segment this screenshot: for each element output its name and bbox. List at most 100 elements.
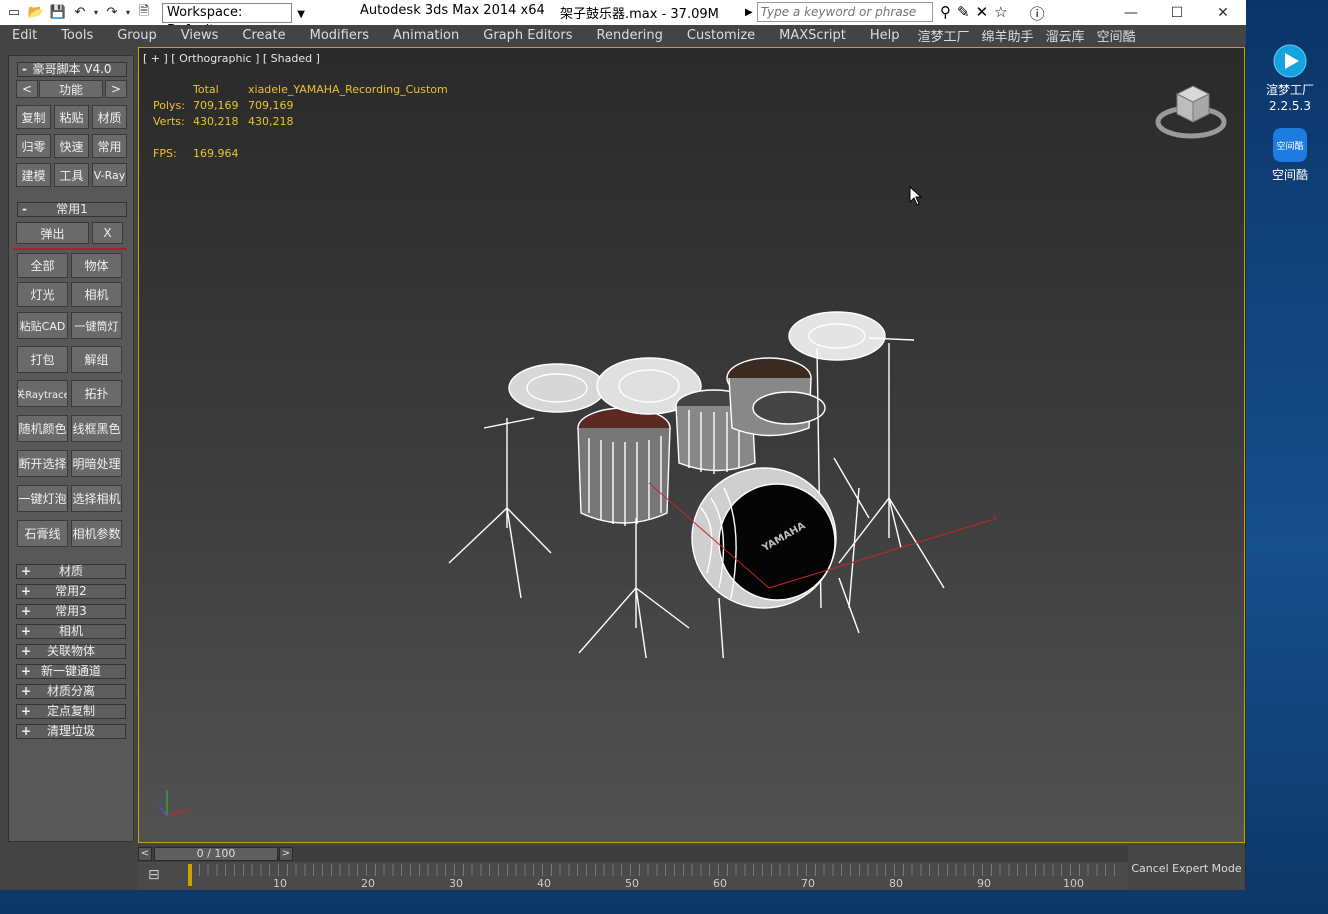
paste-cad-button[interactable]: 粘贴CAD [17, 312, 68, 339]
rollout-point-copy[interactable]: + 定点复制 [16, 704, 126, 719]
break-selection-button[interactable]: 断开选择 [17, 450, 68, 477]
project-folder-icon[interactable]: 🗎 [134, 4, 154, 22]
close-button[interactable]: ✕ [1200, 0, 1246, 25]
random-color-button[interactable]: 随机颜色 [17, 415, 68, 442]
light-button[interactable]: 灯光 [17, 282, 68, 307]
save-icon[interactable]: 💾 [48, 4, 68, 22]
camera-button[interactable]: 相机 [71, 282, 122, 307]
tools-icon[interactable]: ✎ [957, 3, 970, 24]
menu-sheep-helper[interactable]: 绵羊助手 [976, 26, 1040, 45]
reset-button[interactable]: 归零 [16, 134, 51, 158]
star-icon[interactable]: ☆ [994, 3, 1007, 24]
camera-params-button[interactable]: 相机参数 [71, 520, 122, 547]
nav-prev-button[interactable]: < [16, 80, 38, 98]
workspace-select[interactable]: Workspace: Default▼ [162, 2, 305, 38]
current-frame-marker[interactable] [188, 864, 192, 886]
help-icon[interactable]: ⓘ [1030, 3, 1045, 24]
close-x-button[interactable]: X [92, 222, 123, 244]
tools-button[interactable]: 工具 [54, 163, 89, 187]
desktop-icon-render-factory[interactable]: 渲梦工厂 2.2.5.3 [1258, 44, 1322, 114]
drum-kit-model[interactable]: YAMAHA x [439, 298, 1019, 658]
one-click-downlight-button[interactable]: 一键筒灯 [71, 312, 122, 339]
mouse-cursor-icon [909, 186, 923, 206]
menu-modifiers[interactable]: Modifiers [298, 28, 381, 43]
shading-button[interactable]: 明暗处理 [71, 450, 122, 477]
vray-button[interactable]: V-Ray [92, 163, 127, 187]
menu-tools[interactable]: Tools [49, 28, 105, 43]
rollout-material[interactable]: + 材质 [16, 564, 126, 579]
object-button[interactable]: 物体 [71, 253, 122, 278]
undo-dropdown-icon[interactable]: ▾ [92, 4, 100, 22]
stats-total-header: Total [193, 83, 219, 96]
viewport-label[interactable]: [ + ] [ Orthographic ] [ Shaded ] [143, 52, 320, 65]
rollout-camera[interactable]: + 相机 [16, 624, 126, 639]
raytrace-off-button[interactable]: 关Raytrace [17, 380, 68, 407]
rollout-clean-trash[interactable]: + 清理垃圾 [16, 724, 126, 739]
menu-views[interactable]: Views [169, 28, 231, 43]
one-click-bulb-button[interactable]: 一键灯泡 [17, 485, 68, 512]
open-folder-icon[interactable]: 📂 [26, 4, 46, 22]
plaster-line-button[interactable]: 石膏线 [17, 520, 68, 547]
pack-button[interactable]: 打包 [17, 346, 68, 373]
tick-10: 10 [273, 877, 287, 890]
menu-maxscript[interactable]: MAXScript [767, 28, 858, 43]
menu-create[interactable]: Create [230, 28, 297, 43]
desktop-icon-space-cool[interactable]: 空间酷 空间酷 [1258, 128, 1322, 183]
rollout-common3[interactable]: + 常用3 [16, 604, 126, 619]
copy-button[interactable]: 复制 [16, 105, 51, 129]
rollout-material-separate[interactable]: + 材质分离 [16, 684, 126, 699]
viewcube-icon[interactable] [1151, 78, 1231, 144]
rollout-linked-objects[interactable]: + 关联物体 [16, 644, 126, 659]
menu-group[interactable]: Group [105, 28, 169, 43]
common-button[interactable]: 常用 [92, 134, 127, 158]
wireframe-black-button[interactable]: 线框黑色 [71, 415, 122, 442]
select-camera-button[interactable]: 选择相机 [71, 485, 122, 512]
menu-space-cool[interactable]: 空间酷 [1091, 26, 1142, 45]
key-filter-icon[interactable]: ⊟ [148, 867, 168, 885]
tick-100: 100 [1063, 877, 1084, 890]
time-prev-button[interactable]: < [138, 847, 152, 861]
material-button[interactable]: 材质 [92, 105, 127, 129]
popout-button[interactable]: 弹出 [16, 222, 89, 244]
menu-graph-editors[interactable]: Graph Editors [471, 28, 584, 43]
rollout-common1[interactable]: - 常用1 [17, 202, 127, 217]
menu-rendering[interactable]: Rendering [585, 28, 675, 43]
menu-edit[interactable]: Edit [0, 28, 49, 43]
tick-30: 30 [449, 877, 463, 890]
redo-icon[interactable]: ↷ [102, 4, 122, 22]
select-all-button[interactable]: 全部 [17, 253, 68, 278]
desktop-icon-label: 渲梦工厂 2.2.5.3 [1265, 83, 1314, 113]
rollout-new-channel[interactable]: + 新一键通道 [16, 664, 126, 679]
time-next-button[interactable]: > [279, 847, 293, 861]
menu-render-factory[interactable]: 渲梦工厂 [912, 26, 976, 45]
ungroup-button[interactable]: 解组 [71, 346, 122, 373]
track-bar[interactable]: ⊟ 10 20 30 40 50 60 70 80 90 100 [138, 862, 1128, 890]
play-arrow-icon[interactable]: ▶ [745, 7, 753, 18]
script-panel-title[interactable]: - 豪哥脚本 V4.0 [17, 62, 127, 77]
undo-icon[interactable]: ↶ [70, 4, 90, 22]
desktop-icon-label: 空间酷 [1271, 168, 1308, 182]
menu-cloud-library[interactable]: 溜云库 [1040, 26, 1091, 45]
binoculars-icon[interactable]: ⚲ [940, 3, 951, 24]
time-slider-thumb[interactable]: 0 / 100 [154, 847, 278, 861]
new-file-icon[interactable]: ▭ [4, 4, 24, 22]
nav-next-button[interactable]: > [105, 80, 127, 98]
time-slider[interactable]: < 0 / 100 > [138, 846, 1245, 862]
menu-help[interactable]: Help [858, 28, 912, 43]
orthographic-viewport[interactable]: [ + ] [ Orthographic ] [ Shaded ] Total x… [138, 47, 1245, 843]
exchange-icon[interactable]: ✕ [976, 3, 989, 24]
quick-button[interactable]: 快速 [54, 134, 89, 158]
maximize-button[interactable]: ☐ [1154, 0, 1200, 25]
paste-button[interactable]: 粘贴 [54, 105, 89, 129]
topology-button[interactable]: 拓扑 [71, 380, 122, 407]
cancel-expert-mode-button[interactable]: Cancel Expert Mode [1128, 846, 1245, 890]
minimize-button[interactable]: — [1108, 0, 1154, 25]
search-area: ▶ [745, 2, 933, 22]
modeling-button[interactable]: 建模 [16, 163, 51, 187]
rollout-common2[interactable]: + 常用2 [16, 584, 126, 599]
search-input[interactable] [756, 2, 933, 22]
menu-customize[interactable]: Customize [675, 28, 767, 43]
redo-dropdown-icon[interactable]: ▾ [124, 4, 132, 22]
stats-object-header: xiadele_YAMAHA_Recording_Custom [248, 83, 448, 96]
menu-animation[interactable]: Animation [381, 28, 471, 43]
